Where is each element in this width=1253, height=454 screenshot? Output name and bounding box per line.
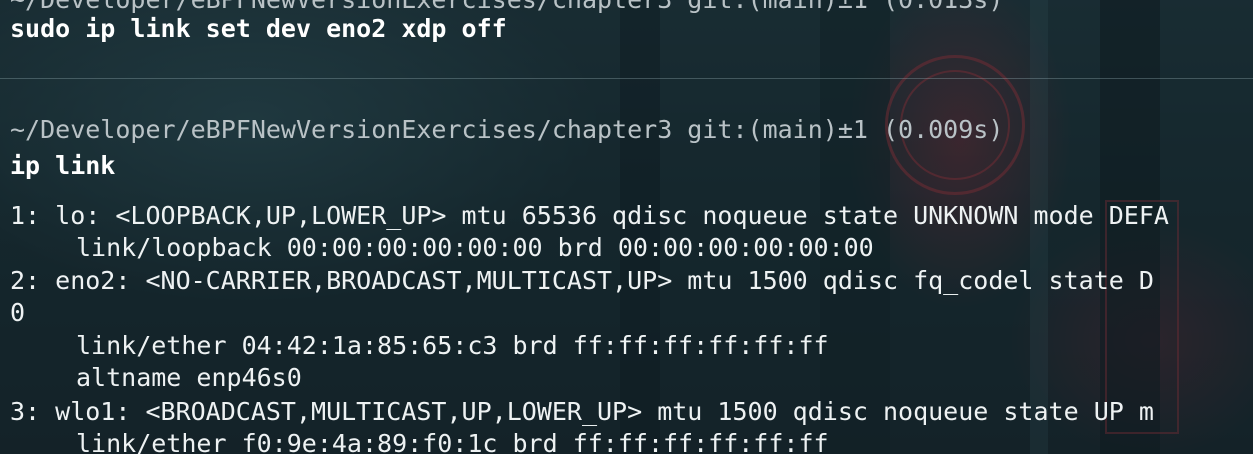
output-line: 1: lo: <LOOPBACK,UP,LOWER_UP> mtu 65536 … bbox=[10, 201, 1169, 230]
output-line: link/ether f0:9e:4a:89:f0:1c brd ff:ff:f… bbox=[76, 429, 829, 454]
command-separator bbox=[0, 78, 1253, 79]
output-line: 3: wlo1: <BROADCAST,MULTICAST,UP,LOWER_U… bbox=[10, 397, 1154, 426]
previous-command-line: sudo ip link set dev eno2 xdp off bbox=[10, 14, 507, 43]
prompt-line: ~/Developer/eBPFNewVersionExercises/chap… bbox=[10, 115, 1004, 144]
output-line: link/ether 04:42:1a:85:65:c3 brd ff:ff:f… bbox=[76, 331, 829, 360]
output-line: 2: eno2: <NO-CARRIER,BROADCAST,MULTICAST… bbox=[10, 266, 1154, 295]
output-line: altname enp46s0 bbox=[76, 363, 302, 392]
output-line: link/loopback 00:00:00:00:00:00 brd 00:0… bbox=[76, 233, 874, 262]
terminal-output-area[interactable]: ~/Developer/eBPFNewVersionExercises/chap… bbox=[0, 0, 1253, 454]
command-line: ip link bbox=[10, 151, 116, 180]
output-line: 0 bbox=[10, 298, 26, 327]
